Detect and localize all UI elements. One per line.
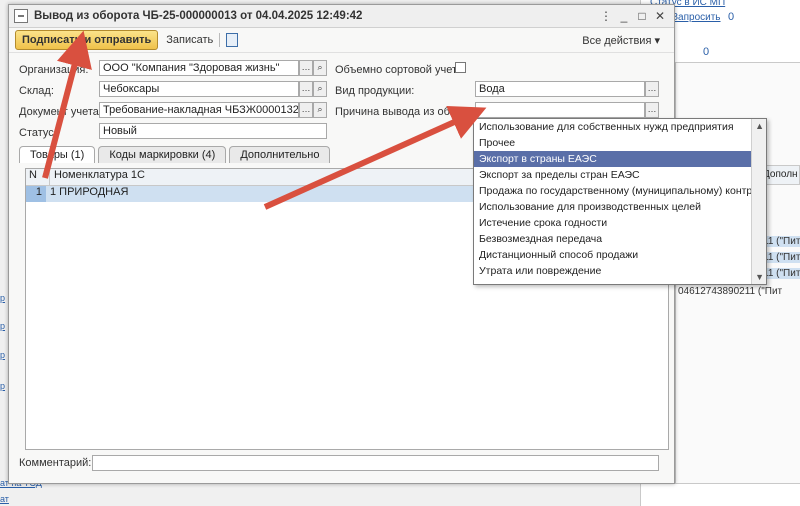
- product-type-select-button[interactable]: …: [645, 81, 659, 97]
- tab-strip: Товары (1) Коды маркировки (4) Дополните…: [19, 146, 331, 163]
- bg-row[interactable]: 11 ("Пит: [763, 252, 800, 263]
- scroll-down-icon[interactable]: ▼: [755, 272, 764, 282]
- volume-accounting-checkbox[interactable]: [455, 62, 466, 73]
- status-field: Новый: [99, 123, 327, 139]
- doc-search-icon[interactable]: ⌕: [313, 102, 327, 118]
- product-type-field[interactable]: Вода: [475, 81, 645, 97]
- window-icon: [14, 9, 28, 23]
- reason-select-button[interactable]: …: [645, 102, 659, 118]
- tab-additional[interactable]: Дополнительно: [229, 146, 331, 163]
- dropdown-scrollbar[interactable]: ▲ ▼: [751, 119, 766, 284]
- all-actions-menu[interactable]: Все действия ▾: [582, 34, 660, 47]
- comment-field[interactable]: [92, 455, 659, 471]
- dropdown-item[interactable]: Продажа по государственному (муниципальн…: [474, 183, 751, 199]
- sign-and-send-button[interactable]: Подписать и отправить: [15, 30, 159, 50]
- toolbar-divider: [219, 33, 221, 47]
- dropdown-item[interactable]: Использование для производственных целей: [474, 199, 751, 215]
- dropdown-item[interactable]: Экспорт за пределы стран ЕАЭС: [474, 167, 751, 183]
- doc-field[interactable]: Требование-накладная ЧБЗЖ0000132 от 04.0…: [99, 102, 299, 118]
- reason-field[interactable]: [475, 102, 645, 118]
- bg-count-2: 0: [703, 46, 710, 58]
- dropdown-item[interactable]: Истечение срока годности: [474, 215, 751, 231]
- bg-row[interactable]: 11 ("Пит: [763, 268, 800, 279]
- warehouse-field[interactable]: Чебоксары: [99, 81, 299, 97]
- menu-icon[interactable]: ⋮: [600, 9, 612, 23]
- dropdown-item[interactable]: Дистанционный способ продажи: [474, 247, 751, 263]
- dropdown-item[interactable]: Безвозмездная передача: [474, 231, 751, 247]
- org-field[interactable]: ООО "Компания "Здоровая жизнь": [99, 60, 299, 76]
- status-label: Статус:: [19, 127, 57, 139]
- warehouse-select-button[interactable]: …: [299, 81, 313, 97]
- close-button[interactable]: ✕: [654, 9, 666, 23]
- reason-label: Причина вывода из оборота:: [335, 106, 483, 118]
- bg-row[interactable]: 11 ("Пит: [763, 236, 800, 247]
- column-nomenclature[interactable]: Номенклатура 1С: [50, 169, 145, 185]
- comment-label: Комментарий:: [19, 457, 92, 469]
- warehouse-search-icon[interactable]: ⌕: [313, 81, 327, 97]
- dropdown-item[interactable]: Использование для собственных нужд предп…: [474, 119, 751, 135]
- column-n[interactable]: N: [26, 169, 50, 185]
- document-structure-icon[interactable]: [226, 33, 239, 47]
- bg-link-request[interactable]: Запросить: [672, 12, 721, 23]
- volume-accounting-label: Объемно сортовой учет:: [335, 64, 461, 76]
- org-search-icon[interactable]: ⌕: [313, 60, 327, 76]
- scroll-up-icon[interactable]: ▲: [755, 121, 764, 131]
- bg-row[interactable]: 04612743890211 ("Пит: [678, 286, 782, 297]
- save-button[interactable]: Записать: [166, 34, 213, 46]
- title-bar[interactable]: Вывод из оборота ЧБ-25-000000013 от 04.0…: [9, 5, 674, 28]
- row-number: 1: [26, 186, 46, 202]
- org-label: Организация:: [19, 64, 89, 76]
- dropdown-item[interactable]: Утрата или повреждение: [474, 263, 751, 279]
- tab-marking-codes[interactable]: Коды маркировки (4): [98, 146, 227, 163]
- minimize-button[interactable]: _: [618, 9, 630, 23]
- row-nomenclature: 1 ПРИРОДНАЯ: [50, 186, 129, 198]
- org-select-button[interactable]: …: [299, 60, 313, 76]
- tab-goods[interactable]: Товары (1): [19, 146, 96, 163]
- doc-select-button[interactable]: …: [299, 102, 313, 118]
- bg-count: 0: [728, 11, 735, 23]
- toolbar: Подписать и отправить Записать Все дейст…: [9, 28, 674, 53]
- dropdown-item[interactable]: Прочее: [474, 135, 751, 151]
- bg-left-link[interactable]: ат: [0, 494, 40, 504]
- warehouse-label: Склад:: [19, 85, 54, 97]
- reason-dropdown: Использование для собственных нужд предп…: [473, 118, 767, 285]
- product-type-label: Вид продукции:: [335, 85, 415, 97]
- dropdown-item-selected[interactable]: Экспорт в страны ЕАЭС: [474, 151, 751, 167]
- maximize-button[interactable]: □: [636, 9, 648, 23]
- window-title: Вывод из оборота ЧБ-25-000000013 от 04.0…: [34, 10, 363, 22]
- doc-label: Документ учета:: [19, 106, 102, 118]
